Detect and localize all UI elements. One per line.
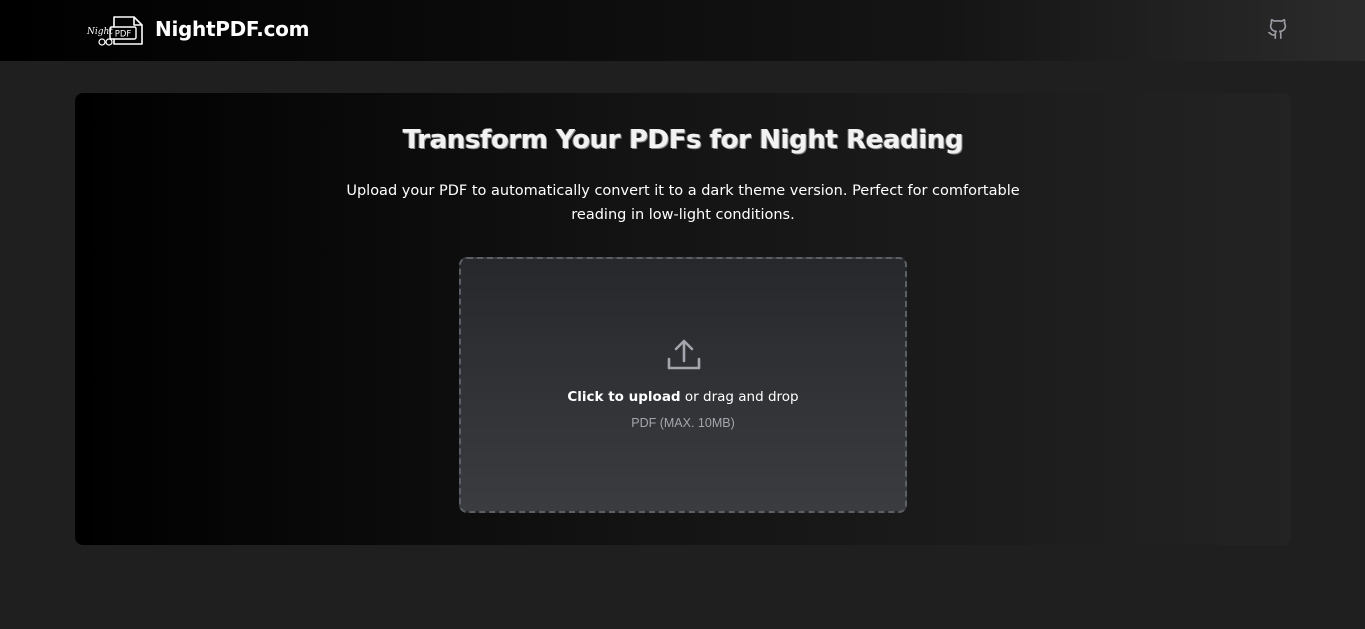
drag-and-drop-text: or drag and drop bbox=[680, 389, 799, 405]
file-type-hint: PDF (MAX. 10MB) bbox=[631, 416, 735, 430]
brand-name: NightPDF.com bbox=[155, 17, 310, 41]
github-link[interactable] bbox=[1266, 16, 1290, 42]
page-title: Transform Your PDFs for Night Reading bbox=[402, 125, 964, 155]
github-icon bbox=[1268, 19, 1287, 39]
upload-icon bbox=[667, 339, 701, 370]
nightpdf-logo-icon: PDF Night bbox=[86, 16, 143, 46]
brand-home-link[interactable]: PDF Night NightPDF.com bbox=[86, 11, 309, 47]
upload-instruction: Click to upload or drag and drop bbox=[461, 389, 905, 405]
page-description: Upload your PDF to automatically convert… bbox=[346, 183, 1020, 223]
upload-card: Transform Your PDFs for Night Reading Up… bbox=[75, 93, 1291, 545]
click-to-upload-text[interactable]: Click to upload bbox=[567, 389, 680, 405]
logo-pdf-text: PDF bbox=[115, 29, 132, 39]
logo-night-text: Night bbox=[86, 27, 113, 37]
pdf-dropzone[interactable]: Click to upload or drag and drop PDF (MA… bbox=[459, 257, 907, 513]
top-navbar: PDF Night NightPDF.com bbox=[0, 0, 1365, 61]
